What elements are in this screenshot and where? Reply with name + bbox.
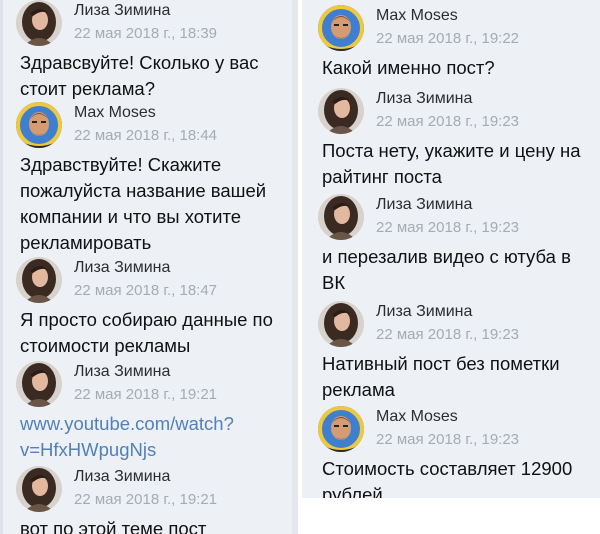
- message-author[interactable]: Лиза Зимина: [74, 2, 170, 20]
- avatar-liza[interactable]: [318, 194, 364, 240]
- avatar-max[interactable]: [16, 102, 62, 148]
- message-time[interactable]: 22 мая 2018 г., 18:47: [74, 282, 217, 299]
- chat-panel-right: Max Moses 22 мая 2018 г., 19:22 Какой им…: [302, 0, 600, 498]
- message-time[interactable]: 22 мая 2018 г., 19:21: [74, 386, 217, 403]
- message-author[interactable]: Max Moses: [74, 104, 156, 122]
- message-text: Здравствуйте! Скажите пожалуйста названи…: [20, 154, 267, 253]
- avatar-liza[interactable]: [318, 88, 364, 134]
- message-author[interactable]: Max Moses: [376, 7, 458, 25]
- message-text: вот по этой теме пост: [20, 518, 207, 534]
- message-text: и перезалив видео с ютуба в ВК: [322, 246, 571, 293]
- message-author[interactable]: Лиза Зимина: [74, 363, 170, 381]
- message-text: Поста нету, укажите и цену на райтинг по…: [322, 140, 581, 187]
- message-text: Здравсвуйте! Сколько у вас стоит реклама…: [20, 52, 259, 99]
- avatar-liza[interactable]: [16, 361, 62, 407]
- message-time[interactable]: 22 мая 2018 г., 18:44: [74, 127, 217, 144]
- message-time[interactable]: 22 мая 2018 г., 19:23: [376, 326, 519, 343]
- panel-edge-left: [0, 0, 3, 534]
- avatar-max[interactable]: [318, 406, 364, 452]
- message-time[interactable]: 22 мая 2018 г., 19:22: [376, 30, 519, 47]
- message-time[interactable]: 22 мая 2018 г., 19:23: [376, 219, 519, 236]
- message-time[interactable]: 22 мая 2018 г., 19:23: [376, 113, 519, 130]
- message-link[interactable]: www.youtube.com/watch? v=HfxHWpugNjs: [20, 411, 292, 463]
- avatar-liza[interactable]: [318, 301, 364, 347]
- avatar-liza[interactable]: [16, 0, 62, 46]
- message-text: Какой именно пост?: [322, 57, 495, 78]
- chat-panel-left: Лиза Зимина 22 мая 2018 г., 18:39 Здравс…: [0, 0, 298, 534]
- message-author[interactable]: Max Moses: [376, 408, 458, 426]
- message-text: Я просто собираю данные по стоимости рек…: [20, 309, 273, 356]
- avatar-liza[interactable]: [16, 257, 62, 303]
- message-text: Нативный пост без пометки реклама: [322, 353, 560, 400]
- avatar-max[interactable]: [318, 5, 364, 51]
- message-time[interactable]: 22 мая 2018 г., 18:39: [74, 25, 217, 42]
- message-time[interactable]: 22 мая 2018 г., 19:21: [74, 491, 217, 508]
- message-author[interactable]: Лиза Зимина: [74, 259, 170, 277]
- message-author[interactable]: Лиза Зимина: [74, 468, 170, 486]
- avatar-liza[interactable]: [16, 466, 62, 512]
- message-author[interactable]: Лиза Зимина: [376, 196, 472, 214]
- scrollbar-track[interactable]: [292, 0, 298, 534]
- message-time[interactable]: 22 мая 2018 г., 19:23: [376, 431, 519, 448]
- message-author[interactable]: Лиза Зимина: [376, 303, 472, 321]
- message-text: Стоимость составляет 12900 рублей: [322, 458, 573, 498]
- message-author[interactable]: Лиза Зимина: [376, 90, 472, 108]
